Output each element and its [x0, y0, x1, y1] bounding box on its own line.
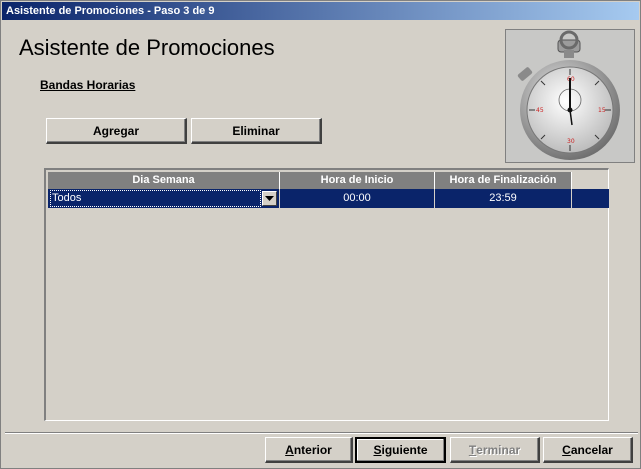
- finish-accel: T: [468, 442, 477, 457]
- table-row[interactable]: Todos 00:00 23:59: [48, 189, 609, 208]
- start-time-cell[interactable]: 00:00: [280, 189, 435, 208]
- column-header-start[interactable]: Hora de Inicio: [280, 172, 435, 189]
- column-header-day[interactable]: Dia Semana: [48, 172, 280, 189]
- title-bar: Asistente de Promociones - Paso 3 de 9: [2, 2, 639, 20]
- finish-button[interactable]: Terminar: [450, 437, 540, 463]
- chevron-down-icon: [265, 195, 274, 201]
- cancel-button[interactable]: Cancelar: [543, 437, 633, 463]
- delete-button[interactable]: Eliminar: [191, 118, 322, 144]
- page-title: Asistente de Promociones: [19, 35, 275, 60]
- add-button[interactable]: Agregar: [46, 118, 187, 144]
- previous-button[interactable]: Anterior: [265, 437, 353, 463]
- day-select[interactable]: Todos: [48, 189, 280, 208]
- footer-divider: [5, 432, 638, 434]
- previous-accel: A: [285, 442, 294, 457]
- day-select-value: Todos: [50, 190, 261, 207]
- finish-rest: erminar: [476, 442, 521, 457]
- grid-header: Dia Semana Hora de Inicio Hora de Finali…: [48, 172, 572, 189]
- column-header-end[interactable]: Hora de Finalización: [435, 172, 572, 189]
- section-title: Bandas Horarias: [40, 78, 136, 92]
- next-button[interactable]: Siguiente: [355, 437, 446, 463]
- wizard-window: Asistente de Promociones - Paso 3 de 9 A…: [0, 0, 641, 469]
- next-rest: iguiente: [381, 443, 428, 457]
- dropdown-button[interactable]: [262, 191, 277, 206]
- cancel-accel: C: [562, 442, 571, 457]
- cancel-rest: ancelar: [570, 442, 613, 457]
- stopwatch-icon: 60 15 30 45: [505, 29, 635, 163]
- svg-text:15: 15: [598, 107, 606, 114]
- end-time-cell[interactable]: 23:59: [435, 189, 572, 208]
- next-accel: S: [373, 443, 382, 457]
- svg-text:30: 30: [567, 138, 575, 145]
- time-bands-grid[interactable]: Dia Semana Hora de Inicio Hora de Finali…: [44, 168, 609, 421]
- svg-text:45: 45: [536, 107, 544, 114]
- previous-rest: nterior: [293, 442, 332, 457]
